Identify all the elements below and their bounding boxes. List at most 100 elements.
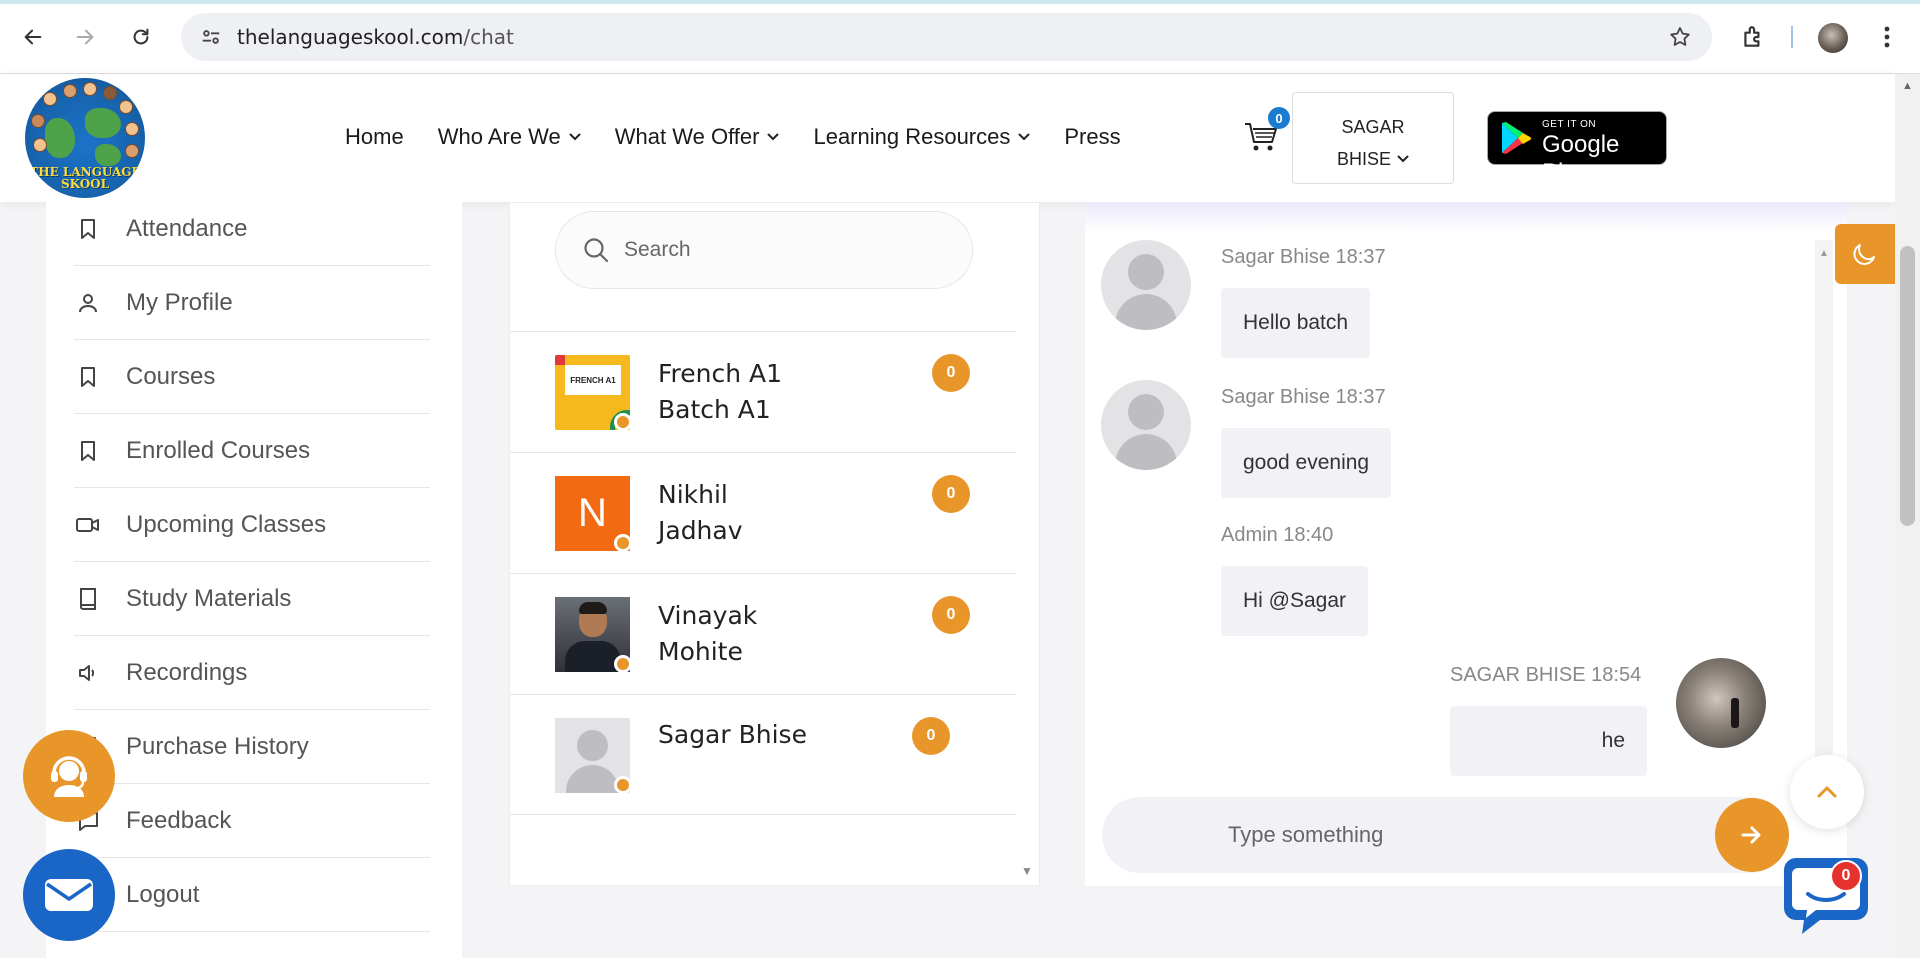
- nav-who-are-we[interactable]: Who Are We: [438, 124, 581, 150]
- bookmark-icon: [76, 365, 100, 389]
- sidebar-item-feedback[interactable]: Feedback: [74, 784, 430, 858]
- profile-avatar[interactable]: [1818, 23, 1848, 53]
- send-button[interactable]: [1715, 798, 1789, 872]
- back-button[interactable]: [16, 20, 50, 54]
- site-header: THE LANGUAGE SKOOL Home Who Are We What W…: [0, 74, 1895, 202]
- sidebar-item-label: Purchase History: [126, 732, 309, 760]
- bookmark-icon: [76, 439, 100, 463]
- contact-name: Vinayak Mohite: [658, 598, 828, 670]
- online-status-dot: [614, 413, 632, 431]
- sidebar-item-label: Upcoming Classes: [126, 510, 327, 538]
- chevron-down-icon: [569, 133, 581, 141]
- sidebar-item-upcoming-classes[interactable]: Upcoming Classes: [74, 488, 430, 562]
- message-bubble: he: [1450, 706, 1647, 776]
- user-icon: [76, 291, 100, 315]
- sidebar-item-courses[interactable]: Courses: [74, 340, 430, 414]
- message-meta: Sagar Bhise 18:37: [1221, 386, 1386, 408]
- chevron-down-icon[interactable]: ▼: [1021, 864, 1033, 878]
- contact-item[interactable]: FRENCH A1 French A1 Batch A1 0: [510, 331, 1016, 452]
- browser-toolbar: thelanguageskool.com/chat: [0, 0, 1920, 74]
- tab-strip: [0, 0, 1920, 4]
- forward-icon: [76, 29, 94, 45]
- contact-item[interactable]: Vinayak Mohite 0: [510, 573, 1016, 694]
- sidebar-item-enrolled-courses[interactable]: Enrolled Courses: [74, 414, 430, 488]
- site-settings-icon[interactable]: [197, 23, 225, 51]
- nav-learning-resources-label: Learning Resources: [813, 124, 1011, 149]
- reload-button[interactable]: [124, 20, 158, 54]
- sidebar-item-label: Logout: [126, 880, 200, 908]
- nav-press-label: Press: [1064, 124, 1121, 149]
- book-icon: [76, 587, 100, 611]
- message-compose: [1102, 797, 1788, 873]
- dark-mode-toggle[interactable]: [1835, 224, 1895, 284]
- main-nav: Home Who Are We What We Offer Learning R…: [345, 124, 1155, 150]
- nav-what-we-offer[interactable]: What We Offer: [615, 124, 780, 150]
- google-play-big-text: Google Play: [1542, 131, 1620, 186]
- nav-press[interactable]: Press: [1064, 124, 1120, 150]
- address-bar[interactable]: thelanguageskool.com/chat: [181, 13, 1712, 61]
- contact-name: Sagar Bhise: [658, 717, 858, 753]
- toolbar-divider: [1791, 26, 1793, 48]
- group-thumbnail-text: FRENCH A1: [565, 365, 621, 395]
- user-menu[interactable]: SAGAR BHISE: [1292, 92, 1454, 184]
- online-status-dot: [614, 655, 632, 673]
- url-text: thelanguageskool.com/chat: [237, 25, 514, 49]
- live-chat-button[interactable]: [1780, 850, 1872, 940]
- contact-name-line1: Nikhil: [658, 480, 728, 509]
- nav-learning-resources[interactable]: Learning Resources: [813, 124, 1030, 150]
- headset-icon: [51, 756, 87, 797]
- message-bubble: Hello batch: [1221, 288, 1371, 358]
- url-domain: thelanguageskool.com: [237, 25, 464, 49]
- chevron-down-icon: [1397, 155, 1409, 163]
- google-play-icon: [1502, 122, 1532, 154]
- contact-name: Nikhil Jadhav: [658, 477, 828, 549]
- reload-icon: [133, 28, 149, 45]
- sidebar-item-attendance[interactable]: Attendance: [74, 192, 430, 266]
- video-icon: [76, 513, 100, 537]
- page-scrollbar[interactable]: ▲: [1895, 74, 1920, 958]
- scroll-to-top-button[interactable]: [1790, 755, 1864, 829]
- nav-who-are-we-label: Who Are We: [437, 124, 561, 149]
- site-logo[interactable]: THE LANGUAGE SKOOL: [25, 78, 145, 198]
- browser-menu-button[interactable]: [1870, 20, 1904, 54]
- email-button[interactable]: [23, 849, 115, 941]
- message-input[interactable]: [1228, 822, 1688, 848]
- contact-item[interactable]: N Nikhil Jadhav 0: [510, 452, 1016, 573]
- online-status-dot: [614, 776, 632, 794]
- message-meta: SAGAR BHISE 18:54: [1450, 664, 1642, 686]
- contact-name-line1: Sagar Bhise: [658, 720, 807, 749]
- sidebar-item-study-materials[interactable]: Study Materials: [74, 562, 430, 636]
- bookmark-star-icon[interactable]: [1668, 25, 1692, 54]
- google-play-badge[interactable]: GET IT ON Google Play: [1487, 111, 1667, 186]
- chat-contact-list: FRENCH A1 French A1 Batch A1 0 N Nikhil Ja…: [509, 202, 1040, 886]
- forward-button[interactable]: [68, 20, 102, 54]
- sidebar-item-label: Attendance: [126, 214, 248, 242]
- support-agent-button[interactable]: [23, 730, 115, 822]
- extensions-button[interactable]: [1736, 20, 1770, 54]
- bookmark-icon: [76, 217, 100, 241]
- sidebar-item-my-profile[interactable]: My Profile: [74, 266, 430, 340]
- message-avatar: [1101, 240, 1191, 330]
- contact-search[interactable]: [555, 211, 973, 289]
- menu-icon: [1884, 26, 1890, 48]
- speaker-icon: [76, 661, 100, 685]
- contact-item[interactable]: Sagar Bhise 0: [510, 694, 1016, 815]
- search-icon: [584, 238, 609, 263]
- live-chat-count-badge: 0: [1830, 860, 1862, 892]
- moon-icon: [1853, 244, 1875, 265]
- sidebar-item-purchase-history[interactable]: Purchase History: [74, 710, 430, 784]
- nav-home-label: Home: [345, 124, 404, 149]
- sidebar-item-logout[interactable]: Logout: [74, 858, 430, 932]
- nav-home[interactable]: Home: [345, 124, 404, 150]
- sidebar-item-recordings[interactable]: Recordings: [74, 636, 430, 710]
- chat-scrollbar[interactable]: ▲: [1815, 240, 1833, 800]
- chat-header-shade: [1085, 202, 1847, 232]
- search-input[interactable]: [624, 238, 944, 262]
- chat-window: Sagar Bhise 18:37 Hello batch Sagar Bhis…: [1085, 202, 1847, 886]
- contact-name-line2: Batch A1: [658, 395, 771, 424]
- google-play-small-text: GET IT ON: [1542, 119, 1597, 130]
- message-bubble: Hi @Sagar: [1221, 566, 1369, 636]
- online-status-dot: [614, 534, 632, 552]
- logo-text-line2: SKOOL: [60, 177, 110, 191]
- scrollbar-thumb[interactable]: [1900, 246, 1915, 526]
